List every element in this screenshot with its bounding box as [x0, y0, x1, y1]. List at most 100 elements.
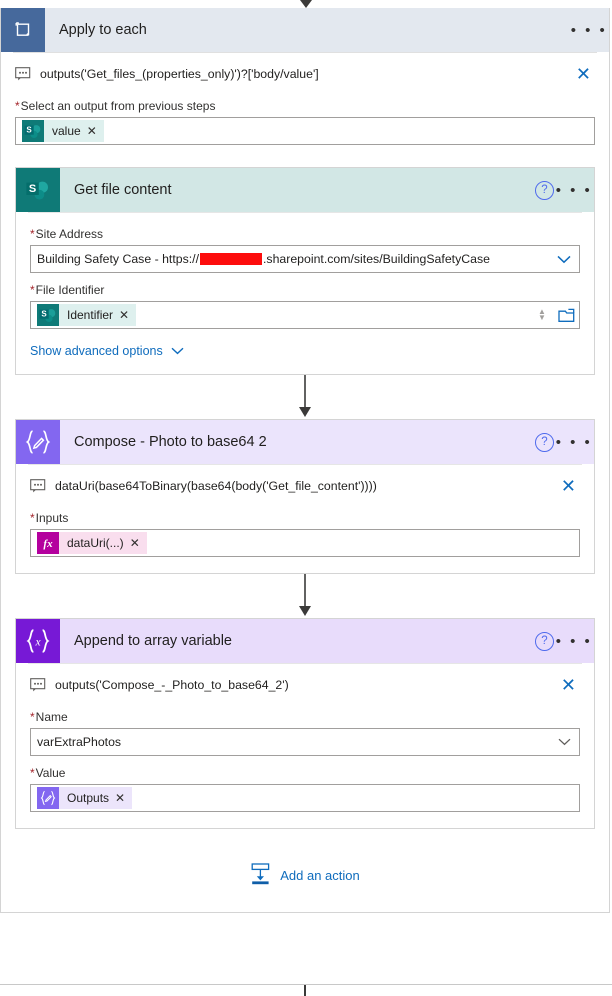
- required-indicator: *: [15, 99, 20, 113]
- help-icon[interactable]: ?: [535, 631, 554, 651]
- token-identifier[interactable]: S Identifier ✕: [37, 304, 137, 326]
- get-file-content-more-button[interactable]: • • •: [554, 168, 594, 212]
- append-to-array-variable-title: Append to array variable: [74, 633, 232, 649]
- compose-expression-row: dataUri(base64ToBinary(base64(body('Get_…: [30, 465, 580, 501]
- compose-more-button[interactable]: • • •: [554, 420, 594, 464]
- apply-to-each-title: Apply to each: [59, 22, 147, 38]
- compose-title: Compose - Photo to base64 2: [74, 434, 267, 450]
- token-identifier-label: Identifier: [67, 308, 114, 322]
- variable-name-select[interactable]: varExtraPhotos: [30, 728, 580, 756]
- token-value-remove-button[interactable]: ✕: [87, 124, 104, 138]
- site-address-label-text: Site Address: [35, 227, 104, 241]
- divider: [28, 212, 582, 213]
- site-address-value: Building Safety Case - https:// .sharepoi…: [37, 252, 551, 266]
- token-identifier-remove-button[interactable]: ✕: [119, 308, 136, 322]
- site-address-prefix: Building Safety Case - https://: [37, 252, 199, 266]
- file-identifier-label-text: File Identifier: [35, 283, 105, 297]
- compose-expression-text: dataUri(base64ToBinary(base64(body('Get_…: [55, 479, 377, 493]
- chevron-down-icon: [171, 347, 184, 355]
- compose-body: dataUri(base64ToBinary(base64(body('Get_…: [16, 464, 594, 573]
- sharepoint-icon: S: [22, 120, 44, 142]
- required-indicator: *: [30, 710, 35, 724]
- get-file-content-header[interactable]: S Get file content ? • • •: [16, 168, 594, 212]
- help-icon[interactable]: ?: [535, 180, 554, 200]
- variable-value-input[interactable]: Outputs ✕: [30, 784, 580, 812]
- required-indicator: *: [30, 766, 35, 780]
- comment-icon: [15, 67, 31, 81]
- token-value[interactable]: S value ✕: [22, 120, 104, 142]
- add-action-row: Add an action: [15, 829, 595, 912]
- inputs-label-text: Inputs: [35, 511, 69, 525]
- connector-compose-to-append: [15, 574, 595, 618]
- svg-text:S: S: [26, 126, 32, 135]
- get-file-content-title: Get file content: [74, 182, 172, 198]
- get-file-content-card[interactable]: S Get file content ? • • • *Site Address…: [15, 167, 595, 375]
- variable-name-label-text: Name: [35, 710, 68, 724]
- required-indicator: *: [30, 283, 35, 297]
- append-more-button[interactable]: • • •: [554, 619, 594, 663]
- comment-icon: [30, 479, 46, 493]
- compose-card[interactable]: Compose - Photo to base64 2 ? • • • data…: [15, 419, 595, 574]
- stepper-down-icon[interactable]: ▼: [538, 314, 546, 322]
- variable-name-value: varExtraPhotos: [37, 735, 122, 749]
- sharepoint-icon: S: [37, 304, 59, 326]
- token-datauri-remove-button[interactable]: ✕: [130, 536, 147, 550]
- file-identifier-label: *File Identifier: [30, 283, 580, 297]
- connector-get-file-to-compose: [15, 375, 595, 419]
- file-identifier-input[interactable]: S Identifier ✕ ▲ ▼: [30, 301, 580, 329]
- loop-icon: [1, 8, 45, 52]
- token-outputs-remove-button[interactable]: ✕: [115, 791, 132, 805]
- chevron-down-icon[interactable]: [551, 738, 577, 746]
- select-output-input[interactable]: S value ✕: [15, 117, 595, 145]
- folder-icon[interactable]: [555, 308, 577, 323]
- sharepoint-icon: S: [16, 168, 60, 212]
- inputs-input[interactable]: fx dataUri(...) ✕: [30, 529, 580, 557]
- bottom-connector-stub: [304, 985, 306, 996]
- redaction-block: [200, 253, 262, 265]
- comment-icon: [30, 678, 46, 692]
- variable-value-label-text: Value: [35, 766, 66, 780]
- apply-to-each-card[interactable]: Apply to each • • • outputs('Get_files_(…: [0, 8, 610, 913]
- required-indicator: *: [30, 511, 35, 525]
- show-advanced-options-button[interactable]: Show advanced options: [30, 344, 580, 358]
- append-expression-clear-button[interactable]: ✕: [557, 676, 580, 694]
- bottom-divider: [0, 984, 612, 985]
- inputs-label: *Inputs: [30, 511, 580, 525]
- token-datauri-label: dataUri(...): [67, 536, 124, 550]
- svg-text:S: S: [29, 183, 36, 195]
- apply-to-each-body: outputs('Get_files_(properties_only)')?[…: [1, 52, 609, 912]
- add-action-button[interactable]: Add an action: [250, 863, 360, 888]
- show-advanced-options-label: Show advanced options: [30, 344, 163, 358]
- select-output-label-text: Select an output from previous steps: [20, 99, 216, 113]
- add-action-label: Add an action: [280, 868, 360, 883]
- token-value-label: value: [52, 124, 81, 138]
- append-to-array-variable-card[interactable]: x Append to array variable ? • • • outpu…: [15, 618, 595, 829]
- variable-value-label: *Value: [30, 766, 580, 780]
- chevron-down-icon[interactable]: [551, 255, 577, 264]
- loop-expression-row: outputs('Get_files_(properties_only)')?[…: [15, 53, 595, 89]
- compose-expression-clear-button[interactable]: ✕: [557, 477, 580, 495]
- required-indicator: *: [30, 227, 35, 241]
- compose-braces-pencil-icon: [16, 420, 60, 464]
- token-datauri[interactable]: fx dataUri(...) ✕: [37, 532, 147, 554]
- site-address-label: *Site Address: [30, 227, 580, 241]
- svg-text:x: x: [34, 636, 41, 648]
- select-output-label: *Select an output from previous steps: [15, 99, 595, 113]
- append-expression-text: outputs('Compose_-_Photo_to_base64_2'): [55, 678, 289, 692]
- loop-expression-clear-button[interactable]: ✕: [572, 65, 595, 83]
- file-identifier-stepper[interactable]: ▲ ▼: [534, 308, 550, 322]
- show-advanced-options-link[interactable]: Show advanced options: [30, 344, 184, 358]
- svg-text:fx: fx: [43, 538, 53, 550]
- apply-to-each-header[interactable]: Apply to each • • •: [1, 8, 609, 52]
- token-outputs[interactable]: Outputs ✕: [37, 787, 133, 809]
- apply-to-each-more-button[interactable]: • • •: [569, 8, 609, 52]
- append-to-array-variable-body: outputs('Compose_-_Photo_to_base64_2') ✕…: [16, 663, 594, 828]
- site-address-input[interactable]: Building Safety Case - https:// .sharepoi…: [30, 245, 580, 273]
- append-to-array-variable-header[interactable]: x Append to array variable ? • • •: [16, 619, 594, 663]
- fx-icon: fx: [37, 532, 59, 554]
- bottom-connector: [0, 982, 612, 996]
- help-icon[interactable]: ?: [535, 432, 554, 452]
- loop-expression-text: outputs('Get_files_(properties_only)')?[…: [40, 67, 319, 81]
- compose-header[interactable]: Compose - Photo to base64 2 ? • • •: [16, 420, 594, 464]
